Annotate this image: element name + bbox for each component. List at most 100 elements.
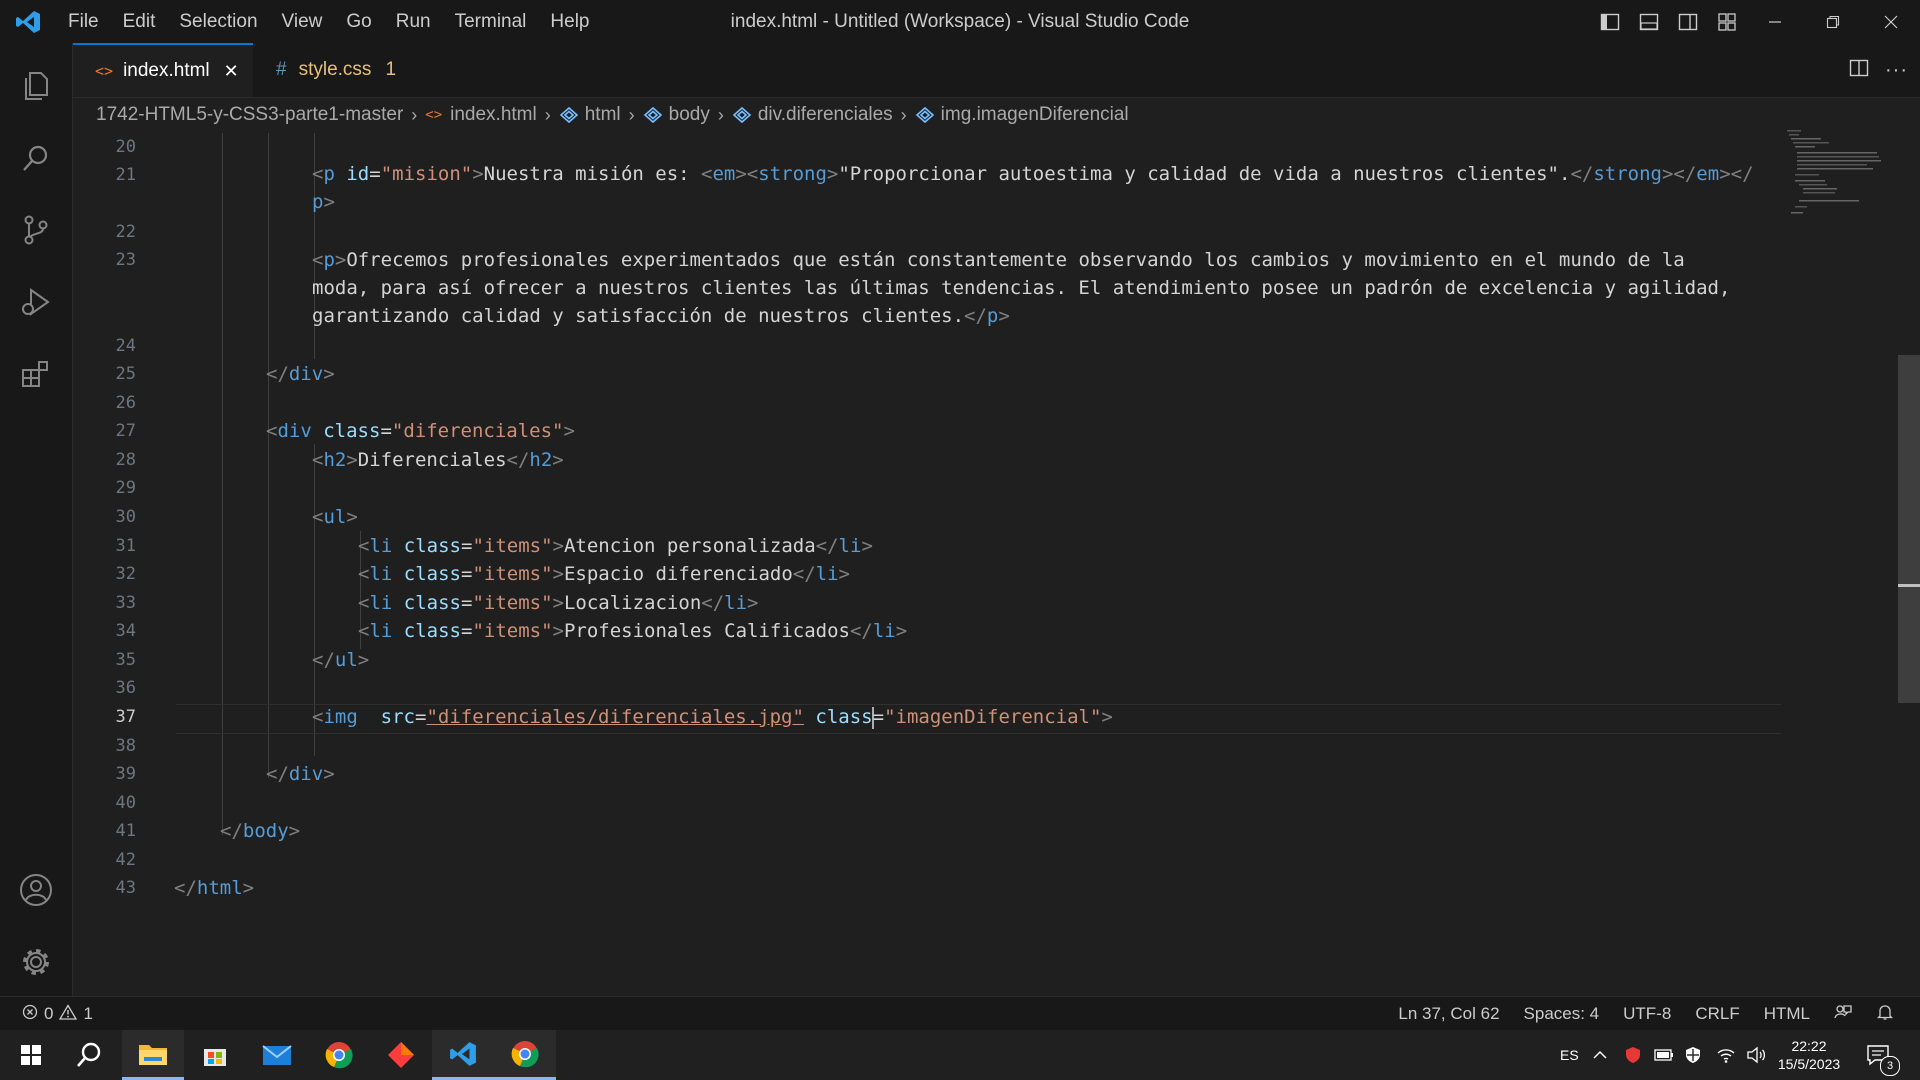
indent-guide [268, 133, 269, 778]
toggle-primary-sidebar-icon[interactable] [1590, 0, 1629, 43]
end-of-line[interactable]: CRLF [1683, 1004, 1751, 1024]
vscode-logo-icon [0, 0, 56, 43]
source-control-icon[interactable] [0, 194, 72, 266]
explorer-icon[interactable] [0, 50, 72, 122]
microsoft-store-icon[interactable] [184, 1030, 246, 1080]
menu-help[interactable]: Help [538, 0, 601, 43]
app-diamond-icon[interactable] [370, 1030, 432, 1080]
vertical-scrollbar[interactable] [1898, 355, 1920, 703]
code-line-34: <li class="items">Profesionales Califica… [358, 620, 908, 642]
battery-icon[interactable] [1654, 1030, 1674, 1080]
chrome-icon[interactable] [308, 1030, 370, 1080]
restore-icon[interactable] [1804, 0, 1862, 43]
breadcrumb-file[interactable]: <> index.html [425, 104, 536, 126]
tray-chevron-up-icon[interactable] [1592, 1030, 1608, 1080]
menu-selection[interactable]: Selection [167, 0, 269, 43]
vscode-taskbar-icon[interactable] [432, 1030, 494, 1080]
language-mode[interactable]: HTML [1752, 1004, 1822, 1024]
mail-icon[interactable] [246, 1030, 308, 1080]
line-number: 31 [115, 536, 136, 556]
settings-gear-icon[interactable] [0, 926, 72, 998]
breadcrumb-body[interactable]: body [643, 104, 710, 126]
menu-terminal[interactable]: Terminal [443, 0, 539, 43]
accounts-icon[interactable] [0, 854, 72, 926]
css-file-icon: # [276, 59, 287, 80]
taskbar-search-icon[interactable] [58, 1030, 120, 1080]
symbol-element-icon [915, 106, 934, 124]
chrome-taskbar-icon[interactable] [494, 1030, 556, 1080]
extensions-icon[interactable] [0, 338, 72, 410]
more-actions-icon[interactable]: ··· [1885, 59, 1908, 82]
wifi-icon[interactable] [1716, 1030, 1736, 1080]
file-explorer-icon[interactable] [122, 1030, 184, 1080]
tab-label: index.html [123, 60, 210, 81]
menu-go[interactable]: Go [334, 0, 383, 43]
code-line-21: <p id="mision">Nuestra misión es: <em><s… [312, 163, 1754, 185]
line-number: 29 [115, 478, 136, 498]
symbol-element-icon [643, 106, 662, 124]
menu-run[interactable]: Run [384, 0, 443, 43]
toggle-secondary-sidebar-icon[interactable] [1668, 0, 1707, 43]
html-file-icon: <> [425, 107, 443, 123]
close-tab-icon[interactable]: ✕ [224, 61, 239, 82]
line-number: 43 [115, 878, 136, 898]
tab-style-css[interactable]: # style.css 1 [254, 43, 424, 97]
security-shield-icon[interactable] [1624, 1030, 1642, 1080]
code-line-35: </ul> [312, 649, 370, 671]
clock[interactable]: 22:22 15/5/2023 [1778, 1030, 1840, 1080]
line-number: 36 [115, 678, 136, 698]
windows-start-icon[interactable] [0, 1030, 62, 1080]
menu-edit[interactable]: Edit [111, 0, 168, 43]
cursor-position[interactable]: Ln 37, Col 62 [1386, 1004, 1511, 1024]
code-line-31: <li class="items">Atencion personalizada… [358, 535, 873, 557]
breadcrumb-img[interactable]: img.imagenDiferencial [915, 104, 1129, 126]
code-line-37: <img src="diferenciales/diferenciales.jp… [312, 706, 1113, 729]
chevron-right-icon: › [411, 104, 418, 125]
minimize-icon[interactable] [1746, 0, 1804, 43]
tab-label: style.css [298, 59, 372, 80]
run-debug-icon[interactable] [0, 266, 72, 338]
menu-view[interactable]: View [270, 0, 335, 43]
code-line-43: </html> [174, 877, 255, 899]
line-number: 20 [115, 137, 136, 157]
line-number: 40 [115, 793, 136, 813]
breadcrumb-folder[interactable]: 1742-HTML5-y-CSS3-parte1-master [96, 104, 403, 126]
code-line-23: <p>Ofrecemos profesionales experimentado… [312, 249, 1685, 271]
toggle-panel-icon[interactable] [1629, 0, 1668, 43]
line-number: 28 [115, 450, 136, 470]
customize-layout-icon[interactable] [1707, 0, 1746, 43]
input-language[interactable]: ES [1560, 1030, 1579, 1080]
minimap[interactable] [1787, 130, 1897, 230]
code-line-32: <li class="items">Espacio diferenciado</… [358, 563, 850, 585]
problems-status[interactable]: 0 1 [22, 997, 93, 1031]
notifications-bell-icon[interactable] [1864, 1003, 1906, 1026]
live-share-feedback-icon[interactable] [1822, 1003, 1864, 1026]
breadcrumb-div[interactable]: div.diferenciales [732, 104, 893, 126]
line-number: 21 [115, 165, 136, 185]
defender-icon[interactable] [1684, 1030, 1702, 1080]
editor-tabs: <> index.html ✕ # style.css 1 ··· [73, 43, 1920, 98]
symbol-element-icon [559, 106, 578, 124]
menu-file[interactable]: File [56, 0, 111, 43]
chevron-right-icon: › [717, 104, 724, 125]
line-number: 32 [115, 564, 136, 584]
indentation[interactable]: Spaces: 4 [1512, 1004, 1612, 1024]
search-icon[interactable] [0, 122, 72, 194]
breadcrumb-html[interactable]: html [559, 104, 621, 126]
close-window-icon[interactable] [1862, 0, 1920, 43]
line-number: 24 [115, 336, 136, 356]
split-editor-icon[interactable] [1849, 58, 1869, 83]
line-number: 22 [115, 222, 136, 242]
code-line-23-wrap: moda, para así ofrecer a nuestros client… [312, 277, 1731, 299]
line-number: 25 [115, 364, 136, 384]
chevron-right-icon: › [628, 104, 635, 125]
code-editor[interactable]: 20 21 22 23 24 25 26 27 28 29 30 31 32 3… [73, 133, 1920, 995]
notification-center-icon[interactable]: 3 [1866, 1030, 1900, 1080]
breadcrumb: 1742-HTML5-y-CSS3-parte1-master › <> inde… [96, 98, 1129, 132]
volume-icon[interactable] [1746, 1030, 1766, 1080]
code-line-25: </div> [266, 363, 335, 385]
encoding[interactable]: UTF-8 [1611, 1004, 1683, 1024]
status-bar: 0 1 Ln 37, Col 62 Spaces: 4 UTF-8 CRLF H… [0, 996, 1920, 1031]
line-number: 41 [115, 821, 136, 841]
tab-index-html[interactable]: <> index.html ✕ [73, 43, 253, 97]
